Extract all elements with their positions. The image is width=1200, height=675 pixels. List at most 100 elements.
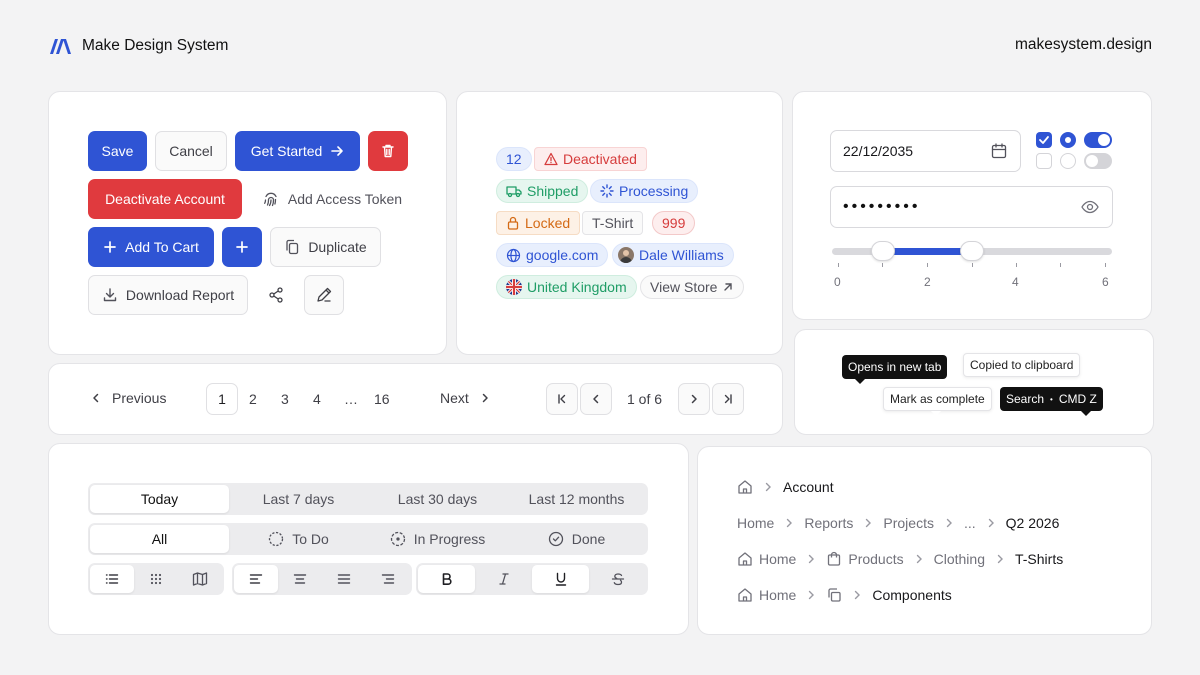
grid-view-button[interactable] <box>134 565 178 593</box>
align-center-button[interactable] <box>278 565 322 593</box>
tooltip-complete: Mark as complete <box>883 387 992 411</box>
plus-icon <box>235 240 249 254</box>
share-button[interactable] <box>256 275 296 315</box>
breadcrumb-item[interactable]: Home <box>737 515 774 531</box>
get-started-button[interactable]: Get Started <box>235 131 360 171</box>
cancel-button[interactable]: Cancel <box>155 131 227 171</box>
bold-icon <box>440 572 454 586</box>
home-icon[interactable] <box>737 479 753 495</box>
checkbox-checked[interactable] <box>1036 132 1052 148</box>
delete-button[interactable] <box>368 131 408 171</box>
next-page-button[interactable] <box>678 383 710 415</box>
italic-button[interactable] <box>475 565 532 593</box>
chevron-left-icon <box>590 393 602 405</box>
underline-icon <box>554 572 568 586</box>
site-url[interactable]: makesystem.design <box>1015 36 1152 54</box>
toggle-off[interactable] <box>1084 153 1112 169</box>
chevron-left-icon <box>90 392 102 404</box>
tab-all[interactable]: All <box>90 525 229 553</box>
download-icon <box>102 287 118 303</box>
slider-handle-max[interactable] <box>959 241 984 261</box>
view-store-badge[interactable]: View Store <box>640 275 745 299</box>
radio-checked[interactable] <box>1060 132 1076 148</box>
last-page-button[interactable] <box>712 383 744 415</box>
tab-last-30-days[interactable]: Last 30 days <box>368 485 507 513</box>
align-left-button[interactable] <box>234 565 278 593</box>
eye-icon[interactable] <box>1080 197 1100 217</box>
brand[interactable]: Make Design System <box>48 34 228 58</box>
copy-icon[interactable] <box>826 587 842 603</box>
edit-button[interactable] <box>304 275 344 315</box>
page-2[interactable]: 2 <box>249 391 257 407</box>
map-view-button[interactable] <box>178 565 222 593</box>
prev-page-button[interactable] <box>580 383 612 415</box>
date-range-tabs: Today Last 7 days Last 30 days Last 12 m… <box>88 483 648 515</box>
website-badge[interactable]: google.com <box>496 243 609 267</box>
chevrons-last-icon <box>722 393 734 405</box>
view-toggle-group <box>88 563 224 595</box>
page-16[interactable]: 16 <box>374 391 390 407</box>
page-3[interactable]: 3 <box>281 391 289 407</box>
date-input[interactable]: 22/12/2035 <box>830 130 1021 172</box>
trash-icon <box>380 143 396 159</box>
chevron-right-icon <box>851 589 863 601</box>
tab-last-12-months[interactable]: Last 12 months <box>507 485 646 513</box>
breadcrumb-ellipsis[interactable]: ... <box>964 515 976 531</box>
bold-button[interactable] <box>418 565 475 593</box>
deactivate-account-button[interactable]: Deactivate Account <box>88 179 242 219</box>
page-ellipsis: … <box>344 391 358 407</box>
breadcrumb-item[interactable]: Reports <box>804 515 853 531</box>
calendar-icon[interactable] <box>990 142 1008 160</box>
breadcrumb-item[interactable]: Clothing <box>934 551 985 567</box>
tooltip-search: Search • CMD Z <box>1000 387 1103 411</box>
add-access-token-button[interactable]: Add Access Token <box>250 179 414 219</box>
tab-last-7-days[interactable]: Last 7 days <box>229 485 368 513</box>
circle-check-icon <box>548 531 564 547</box>
tab-today[interactable]: Today <box>90 485 229 513</box>
checkbox-unchecked[interactable] <box>1036 153 1052 169</box>
arrow-right-icon <box>330 144 344 158</box>
breadcrumb-current: Components <box>872 587 952 603</box>
strikethrough-button[interactable] <box>589 565 646 593</box>
tab-to-do[interactable]: To Do <box>229 525 368 553</box>
number-badge: 999 <box>652 211 696 235</box>
tab-in-progress[interactable]: In Progress <box>368 525 507 553</box>
page-1[interactable]: 1 <box>206 383 238 415</box>
breadcrumb-item[interactable]: Home <box>737 587 796 603</box>
first-page-button[interactable] <box>546 383 578 415</box>
slider-tick-label: 2 <box>924 275 931 289</box>
user-badge[interactable]: Dale Williams <box>612 243 734 267</box>
duplicate-button[interactable]: Duplicate <box>270 227 381 267</box>
alignment-toggle-group <box>232 563 412 595</box>
align-right-button[interactable] <box>366 565 410 593</box>
list-view-button[interactable] <box>90 565 134 593</box>
align-justify-icon <box>337 572 351 586</box>
chevron-right-icon <box>688 393 700 405</box>
toggle-on[interactable] <box>1084 132 1112 148</box>
range-slider[interactable] <box>832 241 1112 263</box>
pencil-icon <box>315 286 333 304</box>
password-input[interactable]: ••••••••• <box>830 186 1113 228</box>
tshirt-badge: T-Shirt <box>582 211 644 235</box>
copy-icon <box>284 239 300 255</box>
add-to-cart-button[interactable]: Add To Cart <box>88 227 214 267</box>
download-report-button[interactable]: Download Report <box>88 275 248 315</box>
align-justify-button[interactable] <box>322 565 366 593</box>
slider-handle-min[interactable] <box>870 241 895 261</box>
tooltip-arrow <box>1081 411 1091 416</box>
align-center-icon <box>293 572 307 586</box>
page-4[interactable]: 4 <box>313 391 321 407</box>
tab-done[interactable]: Done <box>507 525 646 553</box>
chevron-right-icon <box>479 392 491 404</box>
radio-unchecked[interactable] <box>1060 153 1076 169</box>
breadcrumb-item[interactable]: Products <box>826 551 904 567</box>
next-button[interactable]: Next <box>440 390 491 406</box>
save-button[interactable]: Save <box>88 131 147 171</box>
breadcrumb-item[interactable]: Home <box>737 551 796 567</box>
tooltips-card <box>794 329 1154 435</box>
chevron-right-icon <box>762 481 774 493</box>
underline-button[interactable] <box>532 565 589 593</box>
add-button[interactable] <box>222 227 262 267</box>
breadcrumb-item[interactable]: Projects <box>883 515 934 531</box>
previous-button[interactable]: Previous <box>90 390 166 406</box>
